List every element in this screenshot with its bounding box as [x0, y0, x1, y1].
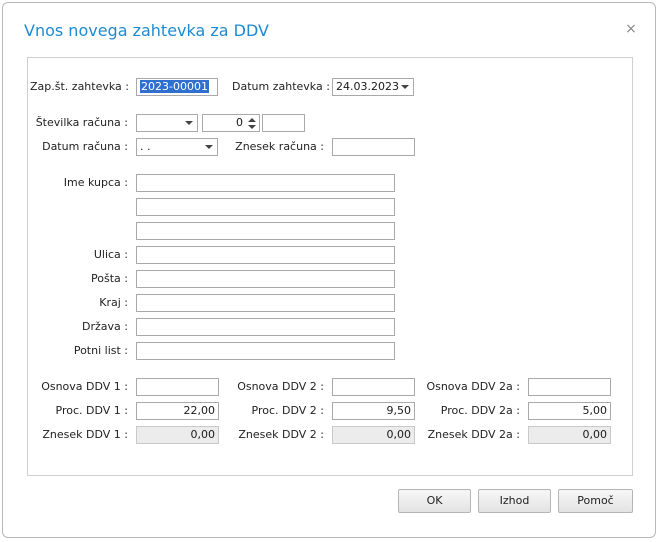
ulica-input[interactable]	[136, 246, 395, 264]
chevron-down-icon	[401, 85, 409, 89]
dialog-title: Vnos novega zahtevka za DDV	[24, 21, 269, 40]
datum-zahtevka-value: 24.03.2023	[336, 80, 399, 93]
kraj-label: Kraj :	[99, 296, 128, 309]
ok-button[interactable]: OK	[398, 489, 471, 513]
potni-list-input[interactable]	[136, 342, 395, 360]
znesek-ddv-2-label: Znesek DDV 2 :	[238, 428, 324, 441]
stevilka-racuna-dropdown[interactable]	[136, 114, 198, 132]
datum-racuna-label: Datum računa :	[42, 140, 128, 153]
osnova-ddv-2-label: Osnova DDV 2 :	[237, 380, 324, 393]
izhod-button[interactable]: Izhod	[478, 489, 551, 513]
datum-racuna-value: . .	[140, 140, 151, 153]
osnova-ddv-1-label: Osnova DDV 1 :	[41, 380, 128, 393]
znesek-ddv-2-field: 0,00	[332, 426, 415, 444]
drzava-input[interactable]	[136, 318, 395, 336]
datum-zahtevka-label: Datum zahtevka :	[232, 80, 330, 93]
ime-kupca-input-3[interactable]	[136, 222, 395, 240]
zap-st-value: 2023-00001	[140, 80, 209, 93]
chevron-down-icon	[185, 121, 193, 125]
ulica-label: Ulica :	[93, 248, 128, 261]
znesek-ddv-1-label: Znesek DDV 1 :	[42, 428, 128, 441]
stevilka-racuna-stepper[interactable]: 0	[202, 114, 260, 132]
znesek-ddv-1-field: 0,00	[136, 426, 219, 444]
stevilka-racuna-spin-value: 0	[236, 116, 243, 129]
znesek-ddv-2a-label: Znesek DDV 2a :	[427, 428, 520, 441]
osnova-ddv-2a-label: Osnova DDV 2a :	[426, 380, 520, 393]
zap-st-input[interactable]: 2023-00001	[136, 78, 218, 96]
proc-ddv-2-label: Proc. DDV 2 :	[251, 404, 324, 417]
potni-list-label: Potni list :	[73, 344, 128, 357]
spin-up-icon[interactable]	[248, 118, 256, 122]
proc-ddv-1-input[interactable]: 22,00	[136, 402, 219, 420]
proc-ddv-1-label: Proc. DDV 1 :	[55, 404, 128, 417]
osnova-ddv-2-input[interactable]	[332, 378, 415, 396]
posta-input[interactable]	[136, 270, 395, 288]
znesek-racuna-label: Znesek računa :	[235, 140, 324, 153]
ime-kupca-input-1[interactable]	[136, 174, 395, 192]
datum-zahtevka-dropdown[interactable]: 24.03.2023	[332, 78, 414, 96]
osnova-ddv-1-input[interactable]	[136, 378, 219, 396]
kraj-input[interactable]	[136, 294, 395, 312]
posta-label: Pošta :	[91, 272, 128, 285]
chevron-down-icon	[205, 145, 213, 149]
znesek-racuna-input[interactable]	[332, 138, 415, 156]
proc-ddv-2-input[interactable]: 9,50	[332, 402, 415, 420]
drzava-label: Država :	[82, 320, 128, 333]
pomoc-button[interactable]: Pomoč	[558, 489, 633, 513]
proc-ddv-2a-label: Proc. DDV 2a :	[440, 404, 520, 417]
osnova-ddv-2a-input[interactable]	[528, 378, 611, 396]
stevilka-racuna-label: Številka računa :	[35, 116, 128, 129]
proc-ddv-2a-input[interactable]: 5,00	[528, 402, 611, 420]
close-icon[interactable]: ×	[624, 22, 638, 36]
spin-down-icon[interactable]	[248, 125, 256, 129]
ime-kupca-label: Ime kupca :	[63, 176, 128, 189]
zap-st-label: Zap.št. zahtevka :	[30, 80, 129, 93]
stevilka-racuna-extra-input[interactable]	[262, 114, 305, 132]
ime-kupca-input-2[interactable]	[136, 198, 395, 216]
znesek-ddv-2a-field: 0,00	[528, 426, 611, 444]
datum-racuna-dropdown[interactable]: . .	[136, 138, 218, 156]
